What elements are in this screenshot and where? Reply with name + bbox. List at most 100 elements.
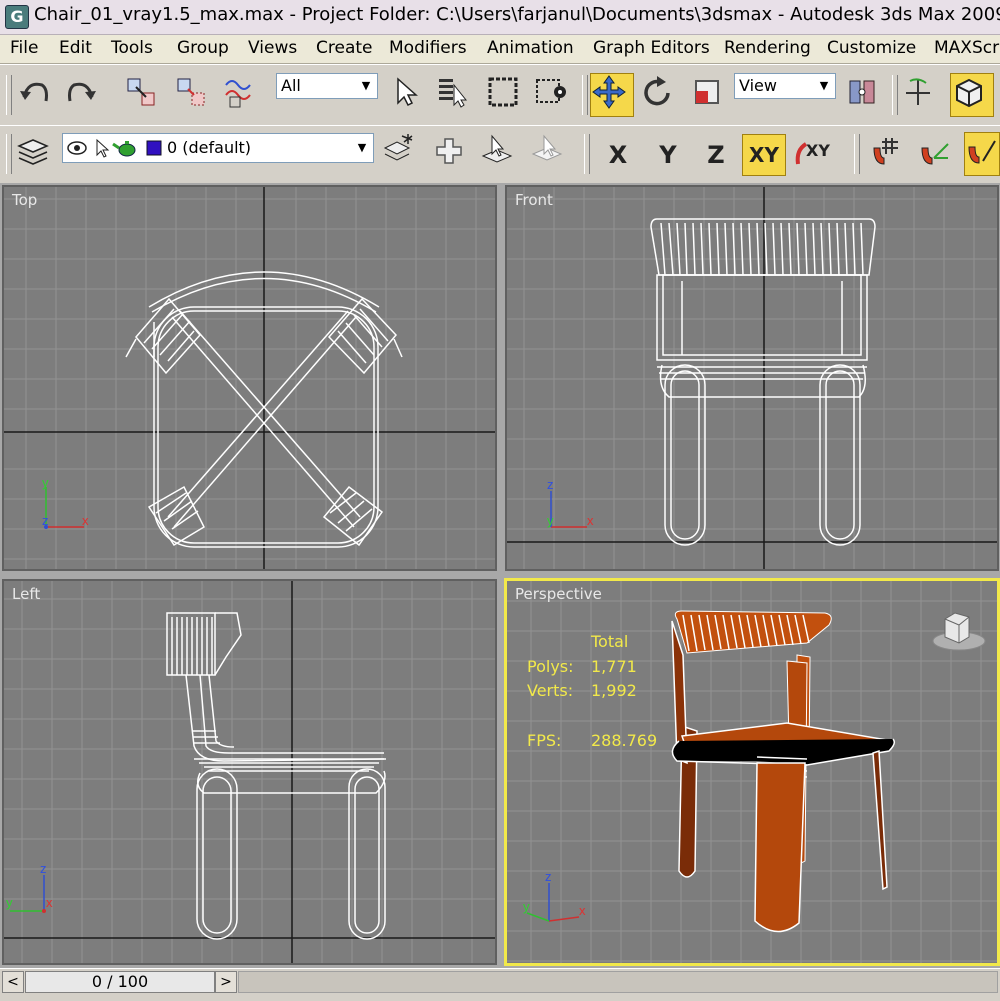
viewport-label-top[interactable]: Top	[12, 191, 37, 209]
rectangle-selection-icon	[488, 77, 518, 107]
reference-coordinate-dropdown[interactable]: View ▼	[734, 73, 836, 99]
cursor-arrow-icon	[96, 138, 110, 158]
select-and-rotate-button[interactable]	[640, 75, 678, 113]
restrict-to-z-button[interactable]: Z	[694, 134, 738, 176]
axis-y-label: y	[547, 513, 554, 528]
select-and-link-button[interactable]	[124, 75, 162, 113]
layer-manager-button[interactable]	[16, 134, 54, 172]
angle-snap-toggle-button[interactable]	[918, 134, 956, 172]
time-prev-button[interactable]: <	[2, 971, 24, 993]
time-next-button[interactable]: >	[215, 971, 237, 993]
toolbar-separator	[892, 75, 898, 115]
toolbar-separator	[584, 134, 590, 174]
restrict-to-xy-button[interactable]: XY	[742, 134, 786, 176]
pivot-center-button[interactable]	[846, 75, 884, 113]
toolbar-grip[interactable]	[6, 134, 12, 174]
selection-filter-dropdown[interactable]: All ▼	[276, 73, 378, 99]
unlink-icon	[177, 78, 205, 106]
move-arrows-icon	[592, 75, 626, 109]
magnet-percent-icon	[968, 140, 996, 164]
select-objects-in-layer-button[interactable]	[480, 134, 518, 172]
percent-snap-toggle-button[interactable]	[964, 132, 1000, 176]
viewport-left[interactable]: z y x Left	[2, 579, 497, 965]
undo-icon	[20, 82, 48, 102]
menu-graph-editors[interactable]: Graph Editors	[593, 38, 710, 58]
app-logo-icon[interactable]: G	[5, 5, 29, 29]
new-layer-icon	[383, 134, 413, 161]
menu-rendering[interactable]: Rendering	[724, 38, 811, 58]
viewport-front[interactable]: x z y Front	[505, 185, 999, 571]
link-icon	[127, 78, 155, 106]
stats-verts-value: 1,992	[591, 681, 637, 700]
front-view-canvas: x z y	[507, 187, 997, 569]
restrict-to-y-button[interactable]: Y	[646, 134, 690, 176]
select-object-button[interactable]	[388, 75, 426, 113]
window-crossing-button[interactable]	[534, 75, 572, 113]
bind-to-space-warp-button[interactable]	[222, 75, 260, 113]
stats-verts-label: Verts:	[527, 681, 574, 700]
restrict-plane-cycle-button[interactable]: XY	[792, 134, 838, 172]
menu-views[interactable]: Views	[248, 38, 297, 58]
viewport-perspective[interactable]: x z y Perspective Total Polys: 1,771 Ver…	[504, 578, 1000, 966]
viewport-grid	[4, 187, 495, 569]
viewport-label-left[interactable]: Left	[12, 585, 40, 603]
select-and-move-button[interactable]	[590, 73, 634, 117]
menu-modifiers[interactable]: Modifiers	[389, 38, 467, 58]
add-to-layer-button[interactable]	[432, 134, 470, 172]
cursor-arrow-icon	[397, 77, 418, 107]
teapot-icon	[112, 141, 136, 157]
perspective-view-canvas: x z y	[507, 581, 997, 963]
axis-x-label: x	[82, 513, 89, 528]
layer-dropdown[interactable]: 0 (default) ▼	[62, 133, 374, 163]
left-view-canvas: z y x	[4, 581, 495, 963]
window-title: Chair_01_vray1.5_max.max - Project Folde…	[34, 4, 1000, 25]
axis-tripod-top	[44, 487, 84, 529]
menu-edit[interactable]: Edit	[59, 38, 92, 58]
axis-z-label: z	[545, 869, 552, 884]
axis-xy-cycle-label: XY	[806, 141, 830, 160]
keyboard-shortcut-override-button[interactable]	[950, 73, 994, 117]
rotate-icon	[644, 76, 670, 106]
time-slider-bar: < 0 / 100 >	[0, 968, 1000, 1001]
menu-bar: File Edit Tools Group Views Create Modif…	[0, 35, 1000, 64]
space-warp-icon	[225, 80, 251, 108]
restrict-to-x-button[interactable]: X	[596, 134, 640, 176]
menu-file[interactable]: File	[10, 38, 38, 58]
magnet-angle-icon	[921, 143, 949, 165]
menu-tools[interactable]: Tools	[111, 38, 153, 58]
rectangular-selection-button[interactable]	[486, 75, 524, 113]
viewport-label-front[interactable]: Front	[515, 191, 553, 209]
chair-left-wireframe	[166, 612, 387, 940]
set-current-layer-button[interactable]	[530, 134, 568, 172]
axis-x-label: x	[579, 903, 586, 918]
select-by-name-button[interactable]	[436, 75, 474, 113]
toolbar-grip[interactable]	[6, 75, 12, 115]
create-new-layer-button[interactable]	[382, 134, 420, 172]
select-and-scale-button[interactable]	[690, 75, 728, 113]
menu-maxscript[interactable]: MAXScr	[934, 38, 999, 58]
stats-fps-label: FPS:	[527, 731, 562, 750]
pivot-center-icon	[849, 80, 875, 104]
current-layer-icon	[531, 134, 563, 161]
layer-status-icons	[67, 138, 162, 158]
select-and-manipulate-button[interactable]	[902, 75, 940, 113]
unlink-selection-button[interactable]	[174, 75, 212, 113]
menu-create[interactable]: Create	[316, 38, 373, 58]
viewport-label-perspective[interactable]: Perspective	[515, 585, 602, 603]
time-slider-thumb[interactable]: 0 / 100	[25, 971, 215, 993]
layers-icon	[17, 139, 49, 165]
redo-button[interactable]	[64, 75, 102, 113]
layer-color-swatch	[146, 140, 162, 156]
snaps-toggle-button[interactable]	[870, 134, 908, 172]
chair-front-wireframe	[650, 218, 876, 546]
time-track[interactable]	[238, 971, 998, 993]
menu-customize[interactable]: Customize	[827, 38, 916, 58]
undo-button[interactable]	[18, 75, 56, 113]
main-toolbar: All ▼ View ▼	[0, 64, 1000, 126]
viewport-top[interactable]: x y z Top	[2, 185, 497, 571]
menu-animation[interactable]: Animation	[487, 38, 574, 58]
toolbar-separator	[854, 134, 860, 174]
toolbar-separator	[582, 75, 588, 115]
axis-z-label: z	[547, 477, 554, 492]
menu-group[interactable]: Group	[177, 38, 229, 58]
